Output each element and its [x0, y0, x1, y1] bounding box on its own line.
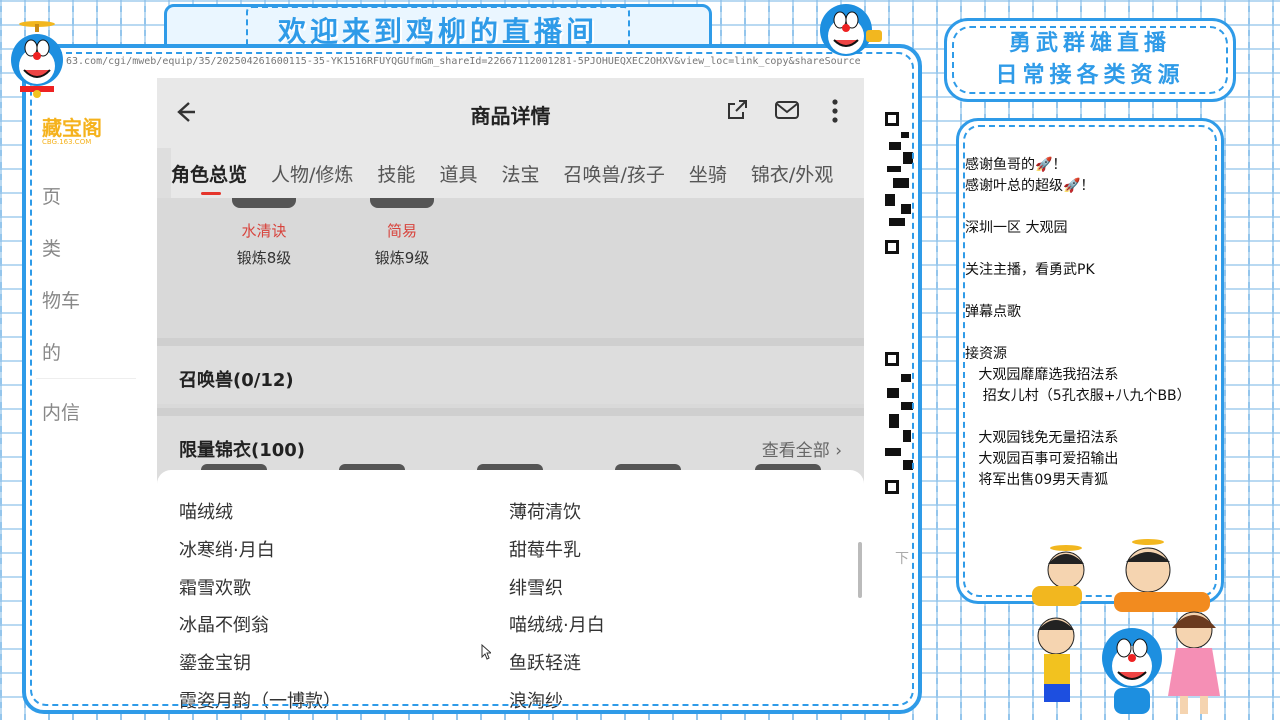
qr-code-icon	[883, 108, 915, 258]
page-title: 商品详情	[470, 104, 551, 128]
subtitle-line-2: 日常接各类资源	[995, 63, 1185, 88]
list-item[interactable]: 甜莓牛乳	[509, 532, 605, 570]
costume-list-right: 薄荷清饮 甜莓牛乳 绯雪织 喵绒绒·月白 鱼跃轻涟 浪淘纱	[509, 494, 605, 710]
tab-overview[interactable]: 角色总览	[171, 148, 247, 198]
list-item[interactable]: 霞姿月韵（一博款）	[179, 683, 341, 710]
tab-skills[interactable]: 技能	[377, 148, 415, 198]
category-tabs: 角色总览 人物/修炼 技能 道具 法宝 召唤兽/孩子 坐骑 锦衣/外观	[171, 148, 864, 198]
list-item[interactable]: 冰晶不倒翁	[179, 607, 341, 645]
list-item[interactable]: 霜雪欢歌	[179, 570, 341, 608]
share-icon	[728, 100, 747, 119]
info-line	[965, 323, 1191, 344]
left-nav-item[interactable]: 页	[42, 182, 61, 209]
list-item[interactable]: 绯雪织	[509, 570, 605, 608]
section-title: 召唤兽(0/12)	[179, 370, 294, 391]
doraemon-characters-icon	[1032, 539, 1220, 714]
qr-code-strip: 下	[883, 108, 915, 628]
list-item[interactable]: 薄荷清饮	[509, 494, 605, 532]
info-line: 招女儿村（5孔衣服+八九个BB）	[965, 388, 1191, 404]
divider	[36, 378, 136, 379]
doraemon-mascot-icon	[820, 4, 882, 56]
info-line: 接资源	[965, 346, 1007, 362]
info-line	[965, 197, 1191, 218]
left-nav-item[interactable]: 物车	[42, 286, 80, 313]
more-button[interactable]	[821, 98, 849, 126]
stream-subtitle-banner: 勇武群雄直播 日常接各类资源	[944, 18, 1236, 102]
section-title: 限量锦衣(100)	[179, 440, 306, 461]
mouse-cursor-icon	[481, 644, 491, 660]
list-item[interactable]: 鱼跃轻涟	[509, 645, 605, 683]
tab-costumes[interactable]: 锦衣/外观	[751, 148, 833, 198]
site-logo-sub: CBG.163.COM	[42, 138, 92, 146]
tab-mounts[interactable]: 坐骑	[689, 148, 727, 198]
view-all-label: 查看全部	[761, 441, 830, 461]
info-line	[965, 407, 1191, 428]
chevron-right-icon: ›	[835, 441, 842, 461]
stream-capture-frame: 63.com/cgi/mweb/equip/35/202504261600115…	[22, 44, 922, 714]
doraemon-mascot-icon	[11, 21, 63, 98]
left-nav-item[interactable]: 的	[42, 338, 61, 365]
subtitle-line-1: 勇武群雄直播	[1008, 31, 1171, 56]
list-item[interactable]: 冰寒绡·月白	[179, 532, 341, 570]
site-logo[interactable]: 藏宝阁	[42, 112, 102, 141]
message-button[interactable]	[773, 98, 801, 126]
skill-name: 简易	[386, 222, 417, 240]
summon-section: 召唤兽(0/12)	[157, 338, 864, 404]
info-line: 大观园百事可爱招输出	[965, 451, 1119, 467]
more-vertical-icon	[832, 99, 838, 123]
info-line: 感谢叶总的超级🚀！	[965, 178, 1095, 194]
skill-name: 水清诀	[241, 222, 287, 240]
info-line: 感谢鱼哥的🚀！	[965, 157, 1067, 173]
list-item[interactable]: 鎏金宝钥	[179, 645, 341, 683]
qr-caption: 下	[895, 551, 909, 567]
costume-list-left: 喵绒绒 冰寒绡·月白 霜雪欢歌 冰晶不倒翁 鎏金宝钥 霞姿月韵（一博款）	[179, 494, 341, 710]
info-line: 大观园靡靡选我招法系	[965, 367, 1119, 383]
info-line: 关注主播，看勇武PK	[965, 262, 1095, 278]
qr-code-icon	[883, 348, 915, 498]
skill-icon	[370, 198, 434, 208]
list-item[interactable]: 喵绒绒	[179, 494, 341, 532]
left-nav-item[interactable]: 类	[42, 234, 61, 261]
info-line: 将军出售09男天青狐	[965, 472, 1109, 488]
info-line: 弹幕点歌	[965, 304, 1021, 320]
skill-card[interactable]: 水清诀 锻炼8级	[199, 198, 329, 288]
info-line	[965, 239, 1191, 260]
info-panel: 感谢鱼哥的🚀！ 感谢叶总的超级🚀！ 深圳一区 大观园 关注主播，看勇武PK 弹幕点…	[956, 118, 1224, 604]
tab-treasure[interactable]: 法宝	[501, 148, 539, 198]
info-panel-text: 感谢鱼哥的🚀！ 感谢叶总的超级🚀！ 深圳一区 大观园 关注主播，看勇武PK 弹幕点…	[965, 155, 1191, 491]
list-item[interactable]: 浪淘纱	[509, 683, 605, 710]
scrollbar[interactable]	[858, 542, 862, 598]
skill-level: 锻炼9级	[374, 249, 430, 267]
view-all-link[interactable]: 查看全部 ›	[762, 436, 842, 461]
product-detail-app: 商品详情 角色总览 人物/修炼 技能 道具 法宝 召唤兽/孩子 坐骑 锦衣/外观	[157, 78, 864, 710]
info-line: 深圳一区 大观园	[965, 220, 1068, 236]
left-nav-item[interactable]: 内信	[42, 398, 80, 425]
tab-character[interactable]: 人物/修炼	[271, 148, 353, 198]
mail-icon	[775, 101, 799, 119]
list-item[interactable]: 喵绒绒·月白	[509, 607, 605, 645]
browser-url[interactable]: 63.com/cgi/mweb/equip/35/202504261600115…	[66, 56, 918, 72]
share-button[interactable]	[723, 98, 751, 126]
left-web-page: 藏宝阁 CBG.163.COM 页 类 物车 的 内信	[26, 78, 136, 458]
skill-icon	[232, 198, 296, 208]
tab-items[interactable]: 道具	[439, 148, 477, 198]
skill-level: 锻炼8级	[236, 249, 292, 267]
tab-summons[interactable]: 召唤兽/孩子	[563, 148, 664, 198]
info-line	[965, 281, 1191, 302]
info-line: 大观园钱免无量招法系	[965, 430, 1119, 446]
skill-card[interactable]: 简易 锻炼9级	[337, 198, 467, 288]
costume-list-sheet: 喵绒绒 冰寒绡·月白 霜雪欢歌 冰晶不倒翁 鎏金宝钥 霞姿月韵（一博款） 薄荷清…	[157, 470, 864, 710]
app-header: 商品详情	[157, 78, 864, 148]
